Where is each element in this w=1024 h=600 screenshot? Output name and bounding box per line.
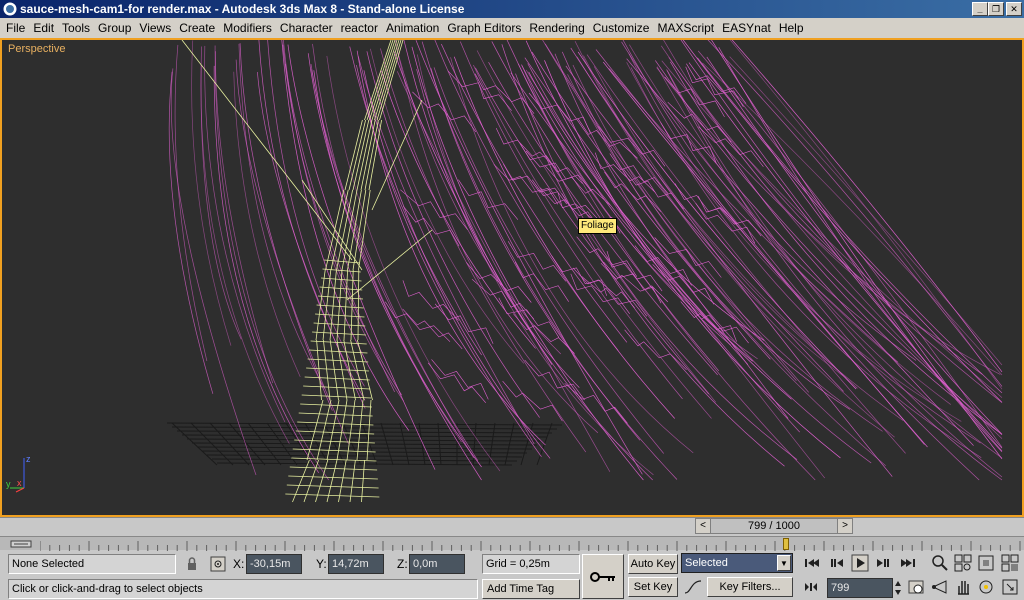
zoom-all-icon[interactable] [953,553,973,573]
add-time-tag-button[interactable]: Add Time Tag [482,579,580,599]
minimize-button[interactable]: _ [972,2,988,16]
key-icon [590,572,615,582]
previous-frame-icon[interactable] [827,553,847,573]
timeline-bar [0,517,1024,535]
scene-wireframe[interactable]: z y x [2,40,1022,515]
key-filters-button[interactable]: Key Filters... [707,577,793,597]
status-bar: None Selected Click or click-and-drag to… [0,551,1024,600]
go-to-start-icon[interactable] [801,553,821,573]
menu-graph-editors[interactable]: Graph Editors [443,21,525,35]
zoom-extents-icon[interactable] [976,553,996,573]
chevron-down-icon[interactable]: ▼ [777,555,791,571]
menu-rendering[interactable]: Rendering [525,21,588,35]
time-slider-prev-button[interactable]: < [696,519,710,533]
time-configuration-icon[interactable] [906,577,926,597]
axis-z-label: z [26,454,31,464]
object-tooltip: Foliage [578,218,617,234]
maximize-viewport-icon[interactable] [1000,577,1020,597]
menu-tools[interactable]: Tools [58,21,94,35]
auto-key-button[interactable]: Auto Key [628,554,678,574]
time-slider-next-button[interactable]: > [838,519,852,533]
menu-create[interactable]: Create [175,21,219,35]
ground-grid [166,422,563,466]
play-animation-icon[interactable] [850,553,870,573]
3dsmax-logo-icon [2,1,18,17]
axis-tripod-icon: z y x [6,454,31,493]
current-frame-input[interactable]: 799 [827,578,893,598]
axis-y-label: y [6,479,11,489]
grid-spacing-display: Grid = 0,25m [482,554,580,574]
key-mode-value: Selected [685,557,728,569]
menu-maxscript[interactable]: MAXScript [653,21,718,35]
close-button[interactable]: ✕ [1006,2,1022,16]
zoom-extents-all-icon[interactable] [1000,553,1020,573]
lock-selection-icon[interactable] [182,554,202,574]
track-bar-toggle-icon[interactable] [10,539,32,549]
y-coord-label: Y: [316,557,327,571]
menu-group[interactable]: Group [94,21,135,35]
set-key-button[interactable]: Set Key [628,577,678,597]
x-coord-label: X: [233,557,245,571]
default-in-out-tangents-icon[interactable] [683,577,703,597]
absolute-mode-transform-icon[interactable] [208,554,228,574]
menu-easynat[interactable]: EASYnat [718,21,775,35]
menu-customize[interactable]: Customize [589,21,654,35]
key-mode-dropdown[interactable]: Selected ▼ [681,553,793,573]
prompt-line: Click or click-and-drag to select object… [8,579,478,599]
perspective-viewport[interactable]: z y x Perspective Foliage [0,38,1024,517]
track-bar-ticks [40,541,1021,551]
key-mode-toggle-icon[interactable] [801,577,821,597]
z-coord-label: Z: [397,557,408,571]
app-window: sauce-mesh-cam1-for render.max - Autodes… [0,0,1024,600]
menu-help[interactable]: Help [775,21,808,35]
menu-views[interactable]: Views [135,21,175,35]
track-playhead[interactable] [783,538,789,550]
frame-spinner-icon[interactable] [893,578,903,598]
selection-status: None Selected [8,554,176,574]
set-keys-key-button[interactable] [582,554,624,599]
time-slider-frame-display[interactable]: 799 / 1000 [710,519,838,533]
x-coord-input[interactable]: -30,15m [246,554,302,574]
menu-edit[interactable]: Edit [29,21,58,35]
track-bar[interactable] [0,536,1024,551]
title-bar: sauce-mesh-cam1-for render.max - Autodes… [0,0,1024,18]
time-slider[interactable]: < 799 / 1000 > [695,518,853,534]
menu-reactor[interactable]: reactor [337,21,382,35]
zoom-icon[interactable] [930,553,950,573]
foliage-mesh[interactable] [168,40,1003,481]
axis-x-label: x [17,478,22,488]
menu-animation[interactable]: Animation [382,21,443,35]
window-title: sauce-mesh-cam1-for render.max - Autodes… [20,2,465,16]
z-coord-input[interactable]: 0,0m [409,554,465,574]
next-frame-icon[interactable] [873,553,893,573]
go-to-end-icon[interactable] [899,553,919,573]
arc-rotate-icon[interactable] [976,577,996,597]
viewport-label[interactable]: Perspective [8,43,65,55]
restore-button[interactable]: ❐ [988,2,1004,16]
menu-file[interactable]: File [2,21,29,35]
field-of-view-icon[interactable] [930,577,950,597]
pan-hand-icon[interactable] [953,577,973,597]
y-coord-input[interactable]: 14,72m [328,554,384,574]
menu-modifiers[interactable]: Modifiers [219,21,276,35]
menu-bar: File Edit Tools Group Views Create Modif… [0,18,1024,38]
menu-character[interactable]: Character [276,21,337,35]
